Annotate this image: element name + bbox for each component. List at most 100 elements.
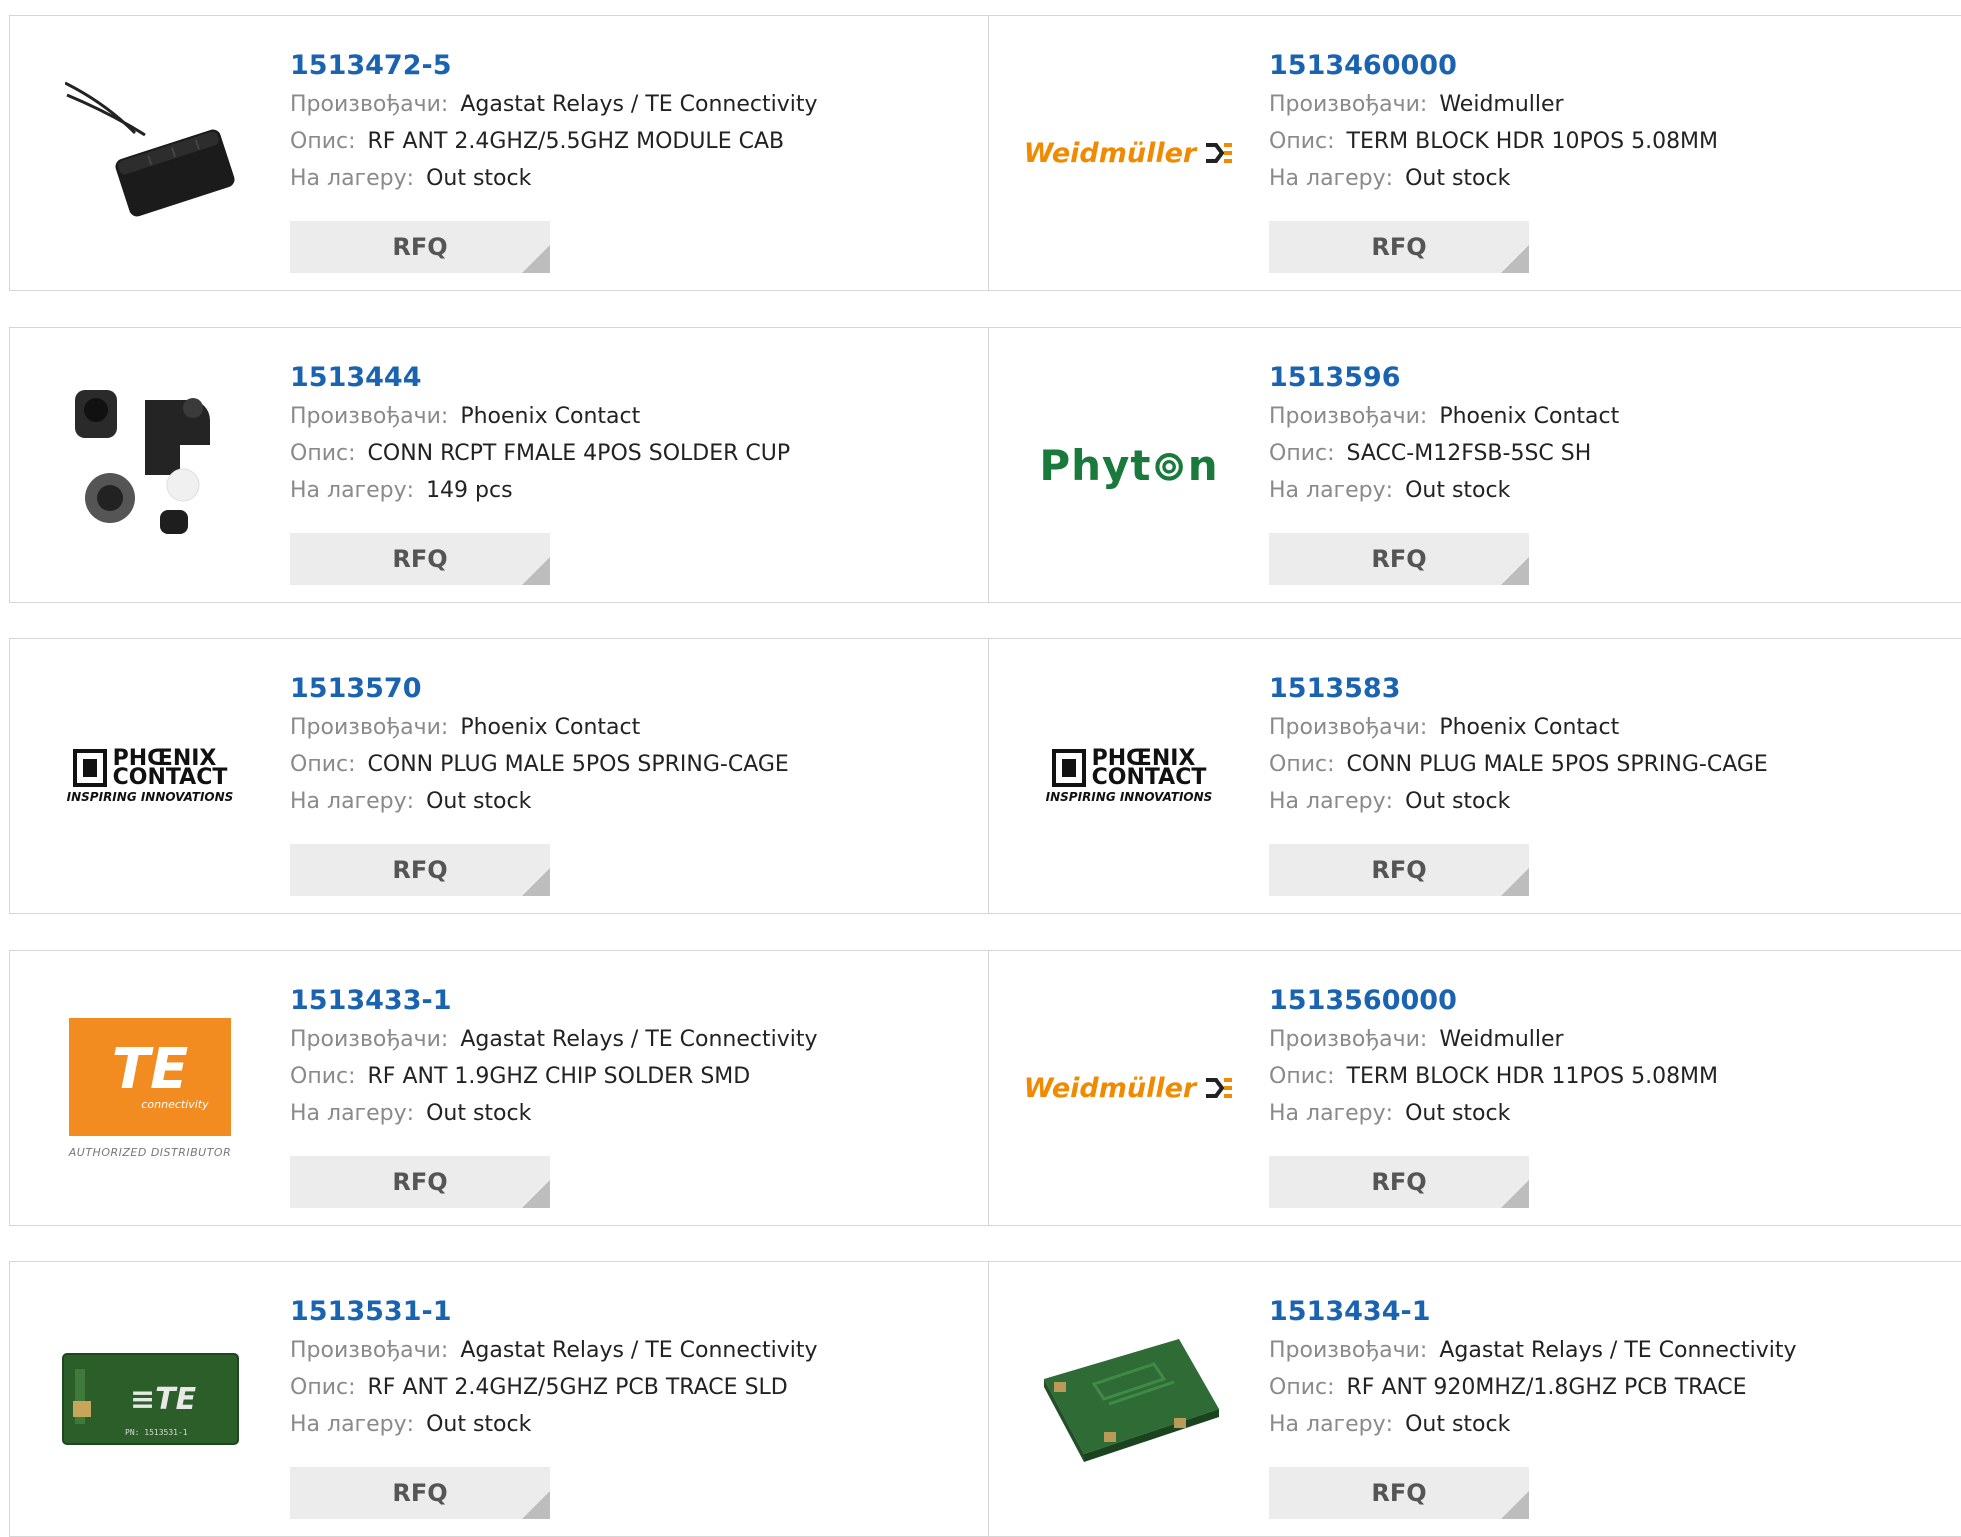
stock-line: На лагеру: Out stock bbox=[290, 783, 789, 820]
description-line: Опис: RF ANT 2.4GHZ/5.5GHZ MODULE CAB bbox=[290, 123, 818, 160]
rfq-button[interactable]: RFQ bbox=[290, 844, 550, 896]
part-number-link[interactable]: 1513444 bbox=[290, 358, 790, 398]
rfq-label: RFQ bbox=[392, 545, 448, 573]
description-line: Опис: TERM BLOCK HDR 11POS 5.08MM bbox=[1269, 1058, 1718, 1095]
product-image[interactable] bbox=[50, 370, 250, 560]
product-info: 1513472-5 Произвођачи: Agastat Relays / TE… bbox=[290, 46, 818, 197]
product-info: 1513570 Произвођачи: Phoenix Contact Опис: C… bbox=[290, 669, 789, 820]
product-row: ≡TE PN: 1513531-1 1513531-1 Произвођачи: A… bbox=[9, 1261, 1961, 1537]
manufacturer-line: Произвођачи: Phoenix Contact bbox=[290, 398, 790, 435]
rfq-button[interactable]: RFQ bbox=[1269, 221, 1529, 273]
phyton-logo: Phyt⊚n bbox=[1039, 440, 1219, 490]
pcb-antenna-image bbox=[1044, 1339, 1219, 1462]
manufacturer-value: Agastat Relays / TE Connectivity bbox=[460, 1027, 818, 1052]
rfq-button[interactable]: RFQ bbox=[290, 533, 550, 585]
product-row: TE connectivity AUTHORIZED DISTRIBUTOR 1… bbox=[9, 950, 1961, 1226]
description-label: Опис: bbox=[290, 1375, 356, 1400]
phoenix-contact-logo: PHŒNIX CONTACT INSPIRING INNOVATIONS bbox=[66, 745, 234, 804]
manufacturer-label: Произвођачи: bbox=[1269, 1338, 1428, 1363]
product-image[interactable]: ≡TE PN: 1513531-1 bbox=[50, 1304, 250, 1494]
part-number-link[interactable]: 1513433-1 bbox=[290, 981, 818, 1021]
stock-value: Out stock bbox=[426, 1412, 532, 1437]
stock-value: Out stock bbox=[1405, 1412, 1511, 1437]
rfq-label: RFQ bbox=[1371, 856, 1427, 884]
manufacturer-value: Weidmuller bbox=[1439, 92, 1564, 117]
product-image[interactable] bbox=[1029, 1304, 1229, 1494]
corner-triangle-icon bbox=[522, 868, 550, 896]
description-label: Опис: bbox=[1269, 441, 1335, 466]
rfq-button[interactable]: RFQ bbox=[290, 1467, 550, 1519]
corner-triangle-icon bbox=[1501, 1491, 1529, 1519]
stock-label: На лагеру: bbox=[290, 166, 415, 191]
product-image[interactable]: Phyt⊚n bbox=[1029, 370, 1229, 560]
part-number-link[interactable]: 1513583 bbox=[1269, 669, 1768, 709]
product-image[interactable]: PHŒNIX CONTACT INSPIRING INNOVATIONS bbox=[50, 681, 250, 871]
description-value: SACC-M12FSB-5SC SH bbox=[1346, 441, 1592, 466]
stock-value: 149 pcs bbox=[426, 478, 513, 503]
manufacturer-label: Произвођачи: bbox=[290, 404, 449, 429]
description-line: Опис: CONN PLUG MALE 5POS SPRING-CAGE bbox=[1269, 746, 1768, 783]
product-image[interactable]: Weidmüller bbox=[1024, 58, 1233, 248]
rfq-button[interactable]: RFQ bbox=[290, 221, 550, 273]
manufacturer-line: Произвођачи: Phoenix Contact bbox=[1269, 709, 1768, 746]
part-number-link[interactable]: 1513596 bbox=[1269, 358, 1619, 398]
stock-label: На лагеру: bbox=[290, 789, 415, 814]
stock-value: Out stock bbox=[1405, 166, 1511, 191]
rfq-button[interactable]: RFQ bbox=[1269, 1467, 1529, 1519]
manufacturer-line: Произвођачи: Phoenix Contact bbox=[1269, 398, 1619, 435]
description-value: TERM BLOCK HDR 11POS 5.08MM bbox=[1346, 1064, 1719, 1089]
manufacturer-value: Weidmuller bbox=[1439, 1027, 1564, 1052]
manufacturer-label: Произвођачи: bbox=[290, 1338, 449, 1363]
rfq-label: RFQ bbox=[392, 856, 448, 884]
description-value: RF ANT 2.4GHZ/5.5GHZ MODULE CAB bbox=[367, 129, 785, 154]
product-row: 1513444 Произвођачи: Phoenix Contact Опис: C… bbox=[9, 327, 1961, 603]
description-label: Опис: bbox=[1269, 752, 1335, 777]
product-image[interactable]: Weidmüller bbox=[1024, 993, 1233, 1183]
rfq-label: RFQ bbox=[1371, 1479, 1427, 1507]
stock-label: На лагеру: bbox=[1269, 789, 1394, 814]
weidmuller-logo: Weidmüller bbox=[1024, 1073, 1234, 1104]
description-label: Опис: bbox=[290, 441, 356, 466]
part-number-link[interactable]: 1513570 bbox=[290, 669, 789, 709]
stock-value: Out stock bbox=[426, 166, 532, 191]
manufacturer-line: Произвођачи: Agastat Relays / TE Connecti… bbox=[290, 86, 818, 123]
phoenix-contact-logo: PHŒNIX CONTACT INSPIRING INNOVATIONS bbox=[1045, 745, 1213, 804]
part-number-link[interactable]: 1513434-1 bbox=[1269, 1292, 1797, 1332]
product-card: PHŒNIX CONTACT INSPIRING INNOVATIONS 151… bbox=[989, 639, 1961, 913]
manufacturer-value: Agastat Relays / TE Connectivity bbox=[1439, 1338, 1797, 1363]
product-image[interactable]: TE connectivity AUTHORIZED DISTRIBUTOR bbox=[50, 993, 250, 1183]
corner-triangle-icon bbox=[522, 1491, 550, 1519]
description-label: Опис: bbox=[1269, 1375, 1335, 1400]
corner-triangle-icon bbox=[1501, 557, 1529, 585]
product-image[interactable] bbox=[50, 58, 250, 248]
product-card: 1513472-5 Произвођачи: Agastat Relays / TE… bbox=[10, 16, 989, 290]
rfq-button[interactable]: RFQ bbox=[290, 1156, 550, 1208]
rfq-label: RFQ bbox=[392, 1168, 448, 1196]
description-value: CONN PLUG MALE 5POS SPRING-CAGE bbox=[1346, 752, 1768, 777]
rfq-label: RFQ bbox=[1371, 233, 1427, 261]
stock-label: На лагеру: bbox=[1269, 166, 1394, 191]
part-number-link[interactable]: 1513560000 bbox=[1269, 981, 1718, 1021]
manufacturer-line: Произвођачи: Agastat Relays / TE Connecti… bbox=[290, 1021, 818, 1058]
stock-value: Out stock bbox=[1405, 1101, 1511, 1126]
rfq-button[interactable]: RFQ bbox=[1269, 844, 1529, 896]
stock-line: На лагеру: 149 pcs bbox=[290, 472, 790, 509]
stock-line: На лагеру: Out stock bbox=[1269, 472, 1619, 509]
part-number-link[interactable]: 1513531-1 bbox=[290, 1292, 818, 1332]
rfq-button[interactable]: RFQ bbox=[1269, 1156, 1529, 1208]
manufacturer-line: Произвођачи: Phoenix Contact bbox=[290, 709, 789, 746]
part-number-link[interactable]: 1513472-5 bbox=[290, 46, 818, 86]
pcb-antenna-image: ≡TE PN: 1513531-1 bbox=[62, 1353, 239, 1445]
manufacturer-line: Произвођачи: Weidmuller bbox=[1269, 1021, 1718, 1058]
manufacturer-value: Phoenix Contact bbox=[1439, 404, 1620, 429]
stock-value: Out stock bbox=[426, 789, 532, 814]
corner-triangle-icon bbox=[522, 245, 550, 273]
rfq-button[interactable]: RFQ bbox=[1269, 533, 1529, 585]
description-line: Опис: CONN PLUG MALE 5POS SPRING-CAGE bbox=[290, 746, 789, 783]
product-info: 1513596 Произвођачи: Phoenix Contact Опис: S… bbox=[1269, 358, 1619, 509]
product-info: 1513434-1 Произвођачи: Agastat Relays / TE… bbox=[1269, 1292, 1797, 1443]
part-number-link[interactable]: 1513460000 bbox=[1269, 46, 1718, 86]
product-image[interactable]: PHŒNIX CONTACT INSPIRING INNOVATIONS bbox=[1029, 681, 1229, 871]
phoenix-mark-icon bbox=[1051, 748, 1086, 787]
weidmuller-logo: Weidmüller bbox=[1024, 138, 1234, 169]
